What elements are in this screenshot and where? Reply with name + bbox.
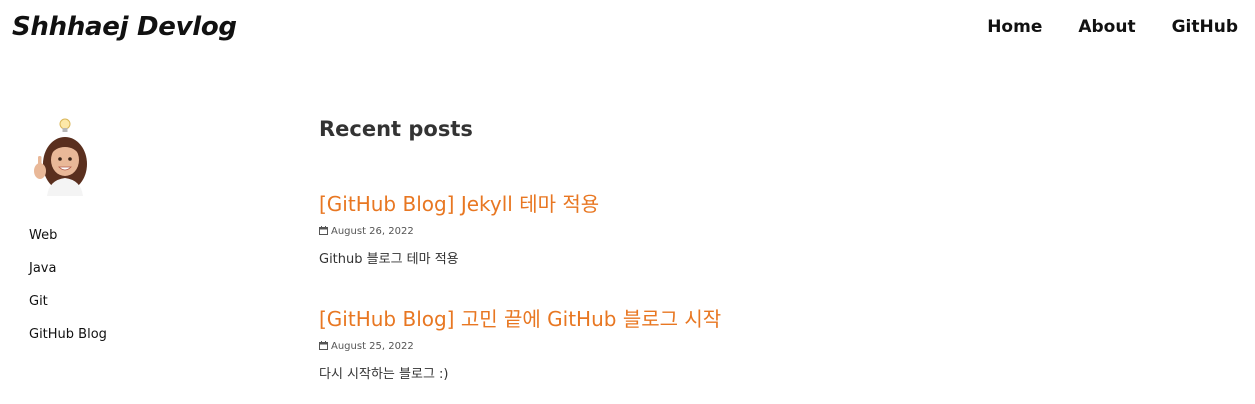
nav-github-link[interactable]: GitHub — [1172, 17, 1238, 37]
post-date: August 25, 2022 — [319, 341, 1219, 352]
post-title-link[interactable]: [GitHub Blog] 고민 끝에 GitHub 블로그 시작 — [319, 307, 721, 331]
post-date-text: August 25, 2022 — [331, 341, 414, 352]
post-item: [GitHub Blog] Jekyll 테마 적용 August 26, 20… — [319, 188, 1219, 267]
post-date: August 26, 2022 — [319, 226, 1219, 237]
main-nav: Home About GitHub — [987, 17, 1238, 37]
site-brand-link[interactable]: Shhhaej Devlog — [12, 12, 237, 42]
post-excerpt: 다시 시작하는 블로그 :) — [319, 367, 449, 382]
category-item-web[interactable]: Web — [29, 228, 107, 261]
nav-home-link[interactable]: Home — [987, 17, 1042, 37]
sidebar: Web Java Git GitHub Blog — [29, 116, 249, 342]
post-item: [GitHub Blog] 고민 끝에 GitHub 블로그 시작 August… — [319, 303, 1219, 382]
calendar-icon — [319, 226, 328, 235]
category-item-git[interactable]: Git — [29, 294, 107, 327]
post-date-text: August 26, 2022 — [331, 226, 414, 237]
site-header: Shhhaej Devlog Home About GitHub — [0, 0, 1255, 60]
post-title-link[interactable]: [GitHub Blog] Jekyll 테마 적용 — [319, 192, 599, 216]
calendar-icon — [319, 341, 328, 350]
memoji-avatar-icon — [31, 116, 95, 196]
category-item-java[interactable]: Java — [29, 261, 107, 294]
category-list: Web Java Git GitHub Blog — [29, 228, 107, 360]
category-item-github-blog[interactable]: GitHub Blog — [29, 327, 107, 360]
post-excerpt: Github 블로그 테마 적용 — [319, 252, 459, 267]
nav-about-link[interactable]: About — [1078, 17, 1135, 37]
section-title: Recent posts — [319, 117, 473, 141]
